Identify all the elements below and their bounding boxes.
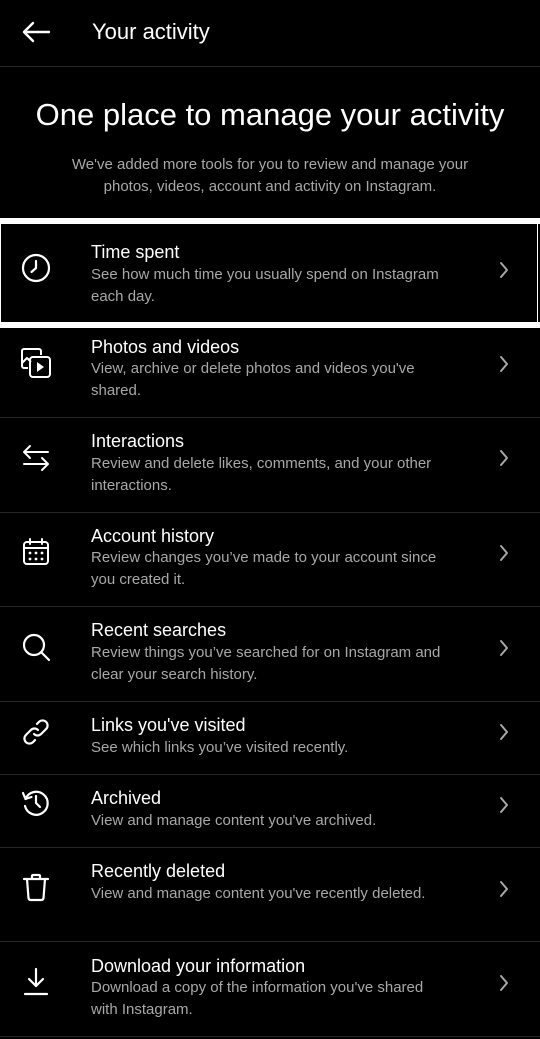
chevron-right-icon	[494, 793, 514, 817]
menu-item-title: Time spent	[91, 242, 180, 262]
back-button[interactable]	[14, 12, 58, 52]
menu-item-time-spent[interactable]: Time spent See how much time you usually…	[0, 224, 540, 322]
menu-item-subtitle: Review changes you’ve made to your accou…	[91, 549, 437, 588]
interactions-icon	[18, 440, 54, 476]
menu-item-title: Links you've visited	[91, 715, 246, 735]
menu-item-recent-searches[interactable]: Recent searches Review things you’ve sea…	[0, 607, 540, 702]
menu-item-subtitle: View and manage content you've recently …	[91, 885, 426, 902]
menu-item-links-visited[interactable]: Links you've visited See which links you…	[0, 702, 540, 775]
chevron-right-icon	[494, 446, 514, 470]
menu-item-subtitle: See how much time you usually spend on I…	[91, 266, 439, 305]
search-icon	[18, 629, 54, 665]
menu-item-title: Recent searches	[91, 620, 227, 640]
chevron-right-icon	[494, 877, 514, 901]
chevron-right-icon	[494, 636, 514, 660]
link-icon	[18, 714, 54, 750]
chevron-right-icon	[494, 541, 514, 565]
calendar-icon	[18, 534, 54, 570]
intro-heading: One place to manage your activity	[35, 97, 505, 132]
menu-item-interactions[interactable]: Interactions Review and delete likes, co…	[0, 418, 540, 513]
menu-item-title: Photos and videos	[91, 337, 240, 357]
menu-item-subtitle: Review and delete likes, comments, and y…	[91, 455, 432, 494]
chevron-right-icon	[494, 258, 514, 282]
clock-icon	[18, 250, 54, 286]
chevron-right-icon	[494, 720, 514, 744]
your-activity-screen: Your activity One place to manage your a…	[0, 0, 540, 1039]
page-title: Your activity	[92, 19, 210, 44]
menu-item-title: Interactions	[91, 431, 185, 451]
chevron-right-icon	[494, 352, 514, 376]
menu-item-download-info[interactable]: Download your information Download a cop…	[0, 942, 540, 1037]
menu-item-account-history[interactable]: Account history Review changes you’ve ma…	[0, 513, 540, 607]
menu-item-title: Archived	[91, 788, 162, 808]
menu-item-title: Account history	[91, 526, 215, 546]
download-icon	[18, 964, 54, 1000]
menu-item-title: Recently deleted	[91, 861, 226, 881]
app-bar: Your activity	[0, 0, 540, 67]
intro-description: We've added more tools for you to review…	[71, 156, 469, 195]
archive-icon	[18, 785, 54, 821]
menu-item-subtitle: Download a copy of the information you'v…	[91, 979, 424, 1018]
menu-item-recently-deleted[interactable]: Recently deleted View and manage content…	[0, 848, 540, 942]
chevron-right-icon	[494, 971, 514, 995]
trash-icon	[18, 869, 54, 905]
menu-item-subtitle: View, archive or delete photos and video…	[91, 360, 415, 399]
photos-videos-icon	[18, 345, 54, 381]
menu-item-subtitle: View and manage content you've archived.	[91, 812, 377, 829]
menu-item-archived[interactable]: Archived View and manage content you've …	[0, 775, 540, 848]
back-arrow-icon	[21, 20, 51, 44]
menu-item-subtitle: Review things you’ve searched for on Ins…	[91, 644, 441, 683]
menu-item-title: Download your information	[91, 956, 306, 976]
menu-item-photos-videos[interactable]: Photos and videos View, archive or delet…	[0, 328, 540, 418]
intro-section: One place to manage your activity We've …	[0, 67, 540, 218]
menu-item-subtitle: See which links you’ve visited recently.	[91, 739, 349, 756]
